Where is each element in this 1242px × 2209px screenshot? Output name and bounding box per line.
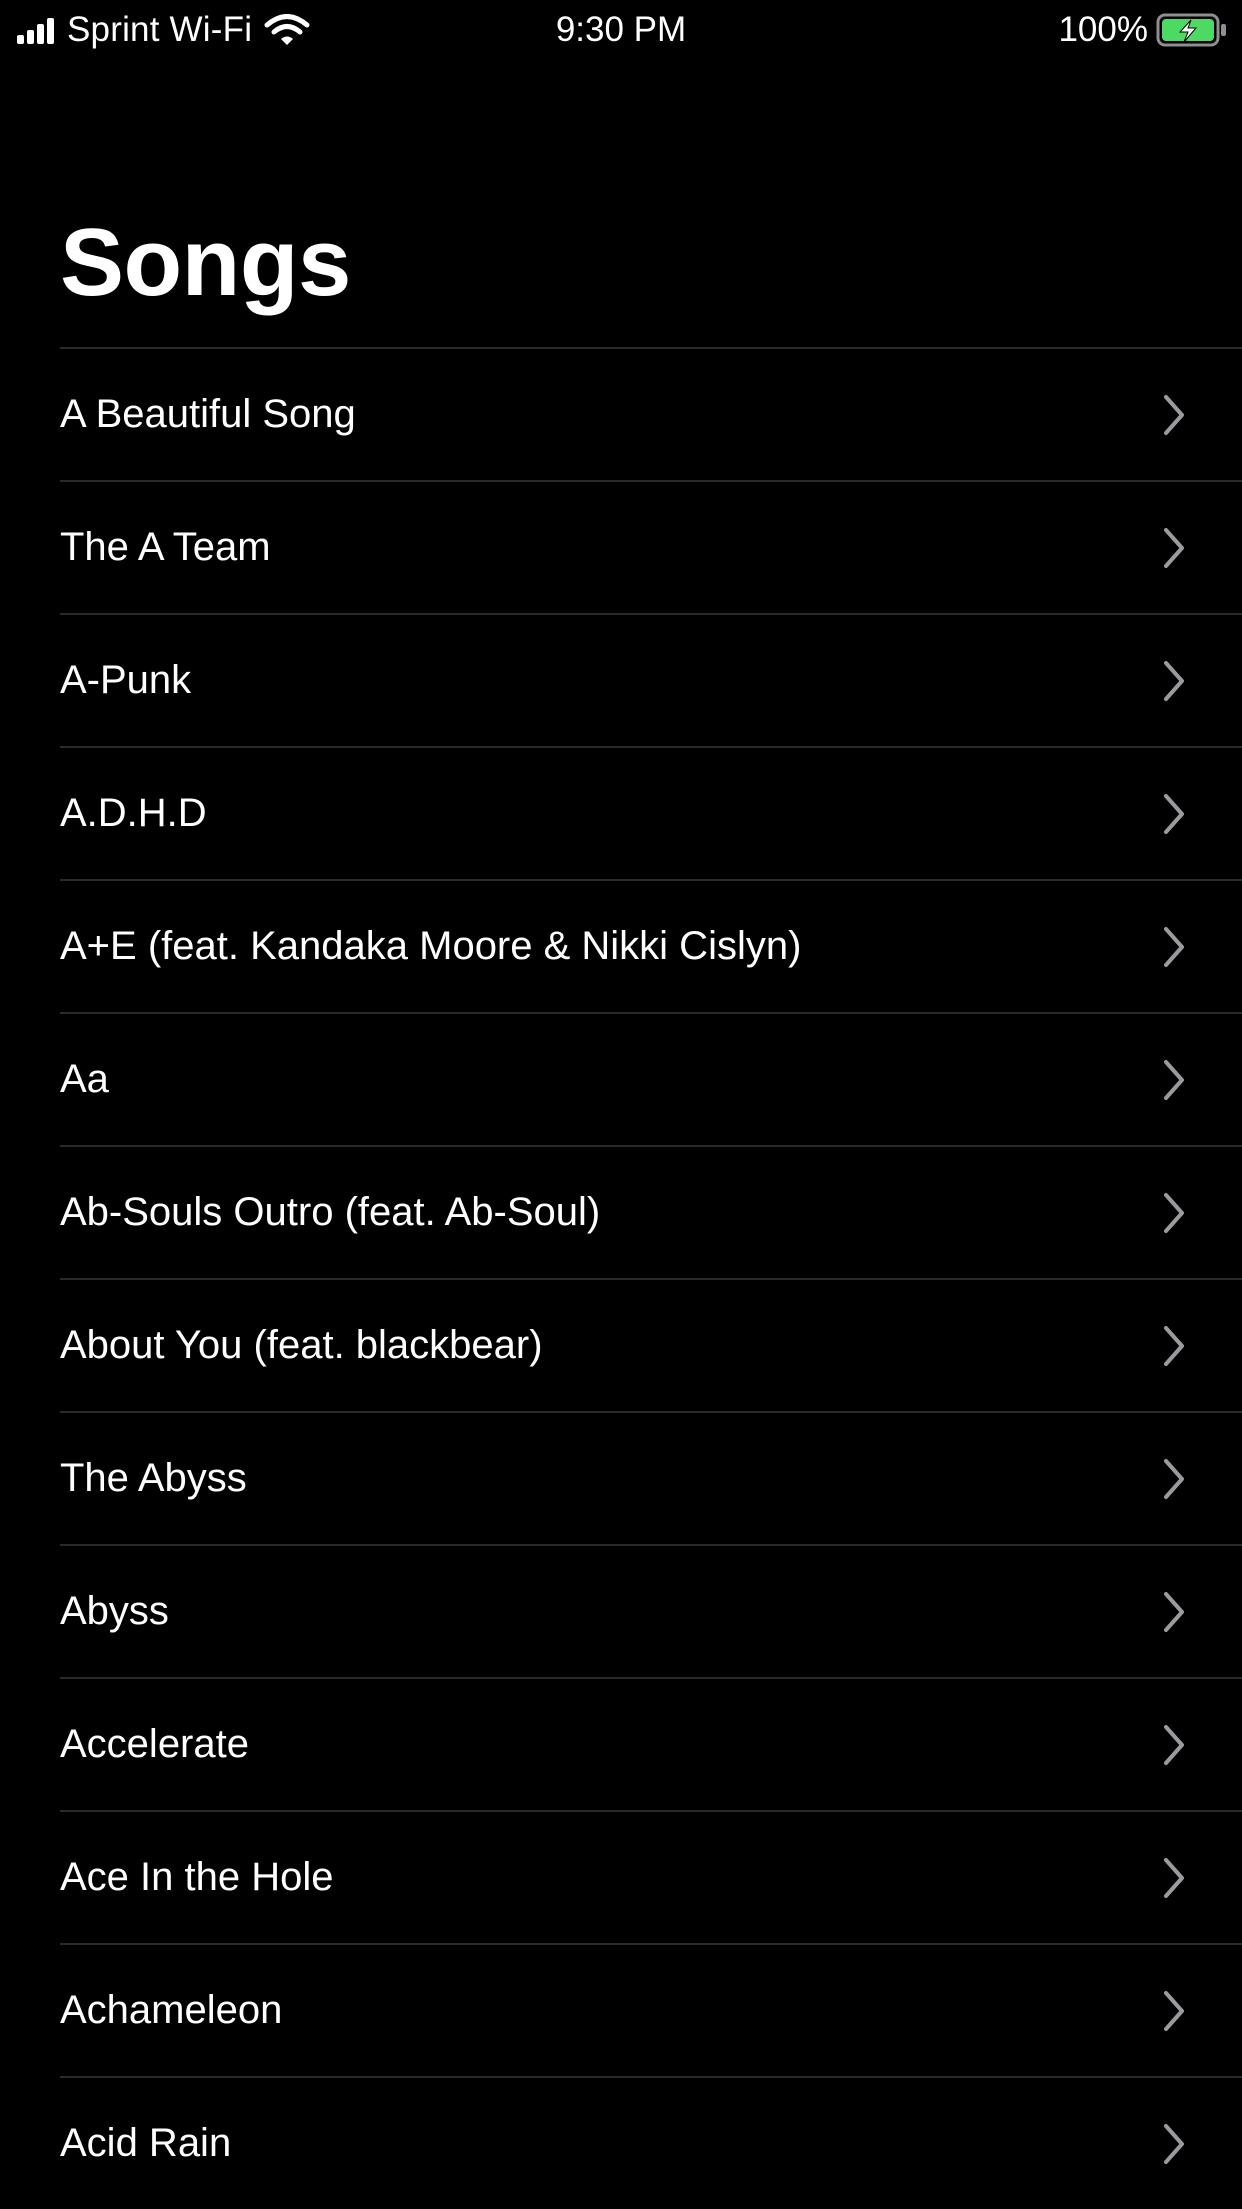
song-title: Ab-Souls Outro (feat. Ab-Soul) <box>60 1190 601 1234</box>
chevron-right-icon <box>1164 1192 1184 1233</box>
song-title: The Abyss <box>60 1456 247 1500</box>
chevron-right-icon <box>1164 1724 1184 1765</box>
song-title: About You (feat. blackbear) <box>60 1323 543 1367</box>
chevron-right-icon <box>1164 527 1184 568</box>
chevron-right-icon <box>1164 1458 1184 1499</box>
song-list: A Beautiful Song The A Team A-Punk A.D.H.D A… <box>60 347 1242 2209</box>
chevron-right-icon <box>1164 2123 1184 2164</box>
chevron-right-icon <box>1164 1591 1184 1632</box>
song-title: Achameleon <box>60 1988 283 2032</box>
chevron-right-icon <box>1164 394 1184 435</box>
song-title: Ace In the Hole <box>60 1855 334 1899</box>
song-row[interactable]: Aa <box>60 1012 1242 1145</box>
song-row[interactable]: Accelerate <box>60 1677 1242 1810</box>
song-title: Aa <box>60 1057 109 1101</box>
chevron-right-icon <box>1164 1325 1184 1366</box>
chevron-right-icon <box>1164 660 1184 701</box>
chevron-right-icon <box>1164 1059 1184 1100</box>
song-title: Acid Rain <box>60 2121 232 2165</box>
chevron-right-icon <box>1164 793 1184 834</box>
chevron-right-icon <box>1164 926 1184 967</box>
song-row[interactable]: A Beautiful Song <box>60 347 1242 480</box>
song-row[interactable]: Ace In the Hole <box>60 1810 1242 1943</box>
song-row[interactable]: The Abyss <box>60 1411 1242 1544</box>
song-row[interactable]: A.D.H.D <box>60 746 1242 879</box>
chevron-right-icon <box>1164 1857 1184 1898</box>
song-row[interactable]: The A Team <box>60 480 1242 613</box>
song-row[interactable]: Ab-Souls Outro (feat. Ab-Soul) <box>60 1145 1242 1278</box>
song-row[interactable]: Acid Rain <box>60 2076 1242 2209</box>
status-time: 9:30 PM <box>555 10 687 49</box>
battery-percent: 100% <box>1058 10 1148 49</box>
song-title: A+E (feat. Kandaka Moore & Nikki Cislyn) <box>60 924 802 968</box>
song-row[interactable]: A-Punk <box>60 613 1242 746</box>
song-title: A Beautiful Song <box>60 392 356 436</box>
song-row[interactable]: About You (feat. blackbear) <box>60 1278 1242 1411</box>
page-title: Songs <box>60 209 351 316</box>
song-title: A-Punk <box>60 658 192 702</box>
song-title: Accelerate <box>60 1722 249 1766</box>
song-row[interactable]: Abyss <box>60 1544 1242 1677</box>
song-row[interactable]: A+E (feat. Kandaka Moore & Nikki Cislyn) <box>60 879 1242 1012</box>
song-title: A.D.H.D <box>60 791 207 835</box>
battery-charging-icon <box>1156 13 1226 47</box>
song-title: The A Team <box>60 525 271 569</box>
chevron-right-icon <box>1164 1990 1184 2031</box>
status-bar: Sprint Wi-Fi 9:30 PM 100% <box>0 0 1242 58</box>
status-right: 100% <box>1058 8 1228 52</box>
song-row[interactable]: Achameleon <box>60 1943 1242 2076</box>
song-title: Abyss <box>60 1589 169 1633</box>
